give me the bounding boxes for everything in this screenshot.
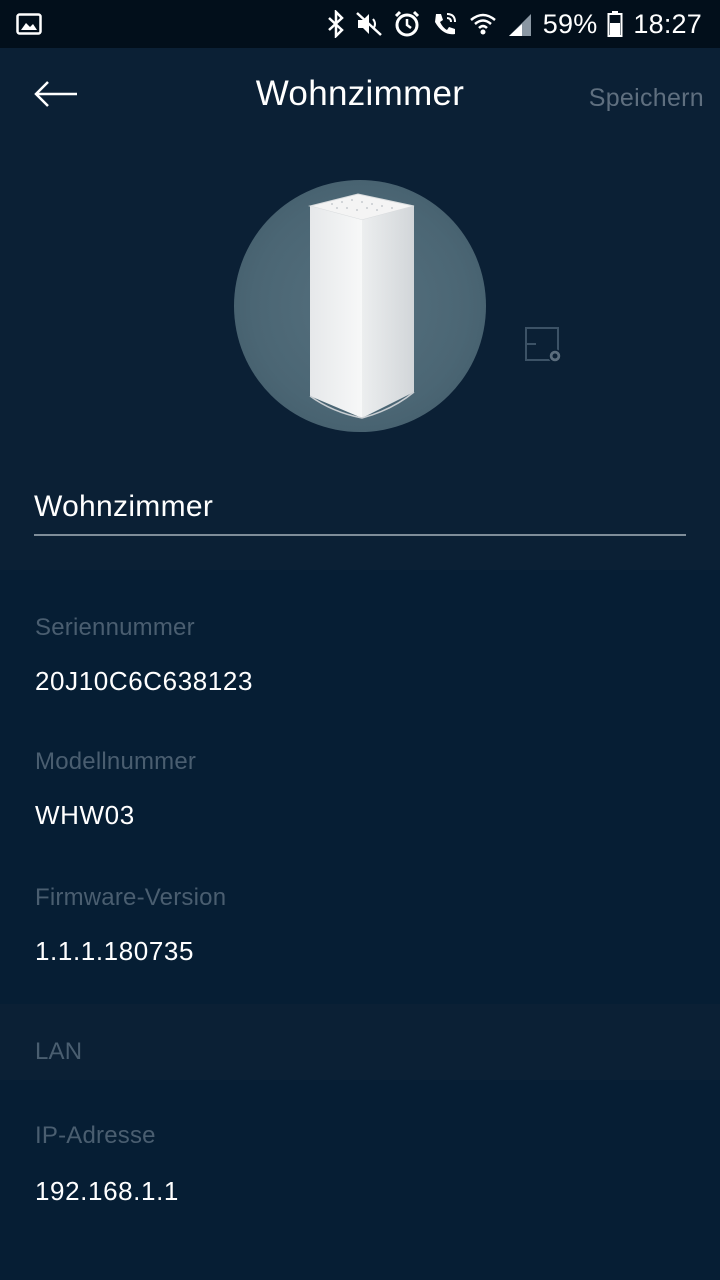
signal-icon bbox=[507, 10, 533, 38]
lan-section-label: LAN bbox=[35, 1038, 83, 1065]
mute-icon bbox=[355, 10, 383, 38]
serial-number-value: 20J10C6C638123 bbox=[35, 666, 254, 696]
device-details-section: Seriennummer 20J10C6C638123 Modellnummer… bbox=[0, 570, 720, 1004]
firmware-version-label: Firmware-Version bbox=[35, 884, 227, 911]
battery-icon bbox=[607, 10, 623, 38]
model-number-value: WHW03 bbox=[35, 800, 135, 830]
status-bar: 59% 18:27 bbox=[0, 0, 720, 48]
ip-address-section: IP-Adresse 192.168.1.1 bbox=[0, 1080, 720, 1280]
edit-photo-button[interactable] bbox=[522, 326, 564, 366]
device-hero: Wohnzimmer bbox=[0, 144, 720, 570]
status-left bbox=[16, 13, 42, 35]
ip-address-label: IP-Adresse bbox=[35, 1122, 156, 1149]
router-node-image bbox=[302, 184, 422, 420]
camera-add-icon bbox=[522, 327, 564, 370]
bluetooth-icon bbox=[327, 10, 345, 38]
battery-percent: 59% bbox=[542, 8, 598, 39]
wifi-calling-icon bbox=[431, 10, 459, 38]
serial-number-label: Seriennummer bbox=[35, 614, 195, 641]
save-button[interactable]: Speichern bbox=[589, 84, 704, 113]
app-bar: Wohnzimmer Speichern bbox=[0, 48, 720, 144]
device-name-input[interactable]: Wohnzimmer bbox=[34, 484, 686, 536]
ip-address-value: 192.168.1.1 bbox=[35, 1176, 179, 1206]
firmware-version-value: 1.1.1.180735 bbox=[35, 936, 195, 966]
model-number-label: Modellnummer bbox=[35, 748, 197, 775]
status-right: 59% 18:27 bbox=[327, 9, 702, 40]
image-icon bbox=[16, 13, 42, 35]
alarm-icon bbox=[393, 10, 421, 38]
device-details-screen: 59% 18:27 Wohnzimmer Speichern Wohnzimme… bbox=[0, 0, 720, 1280]
clock: 18:27 bbox=[633, 8, 702, 39]
lan-section-header: LAN bbox=[0, 1004, 720, 1080]
wifi-icon bbox=[469, 10, 497, 38]
